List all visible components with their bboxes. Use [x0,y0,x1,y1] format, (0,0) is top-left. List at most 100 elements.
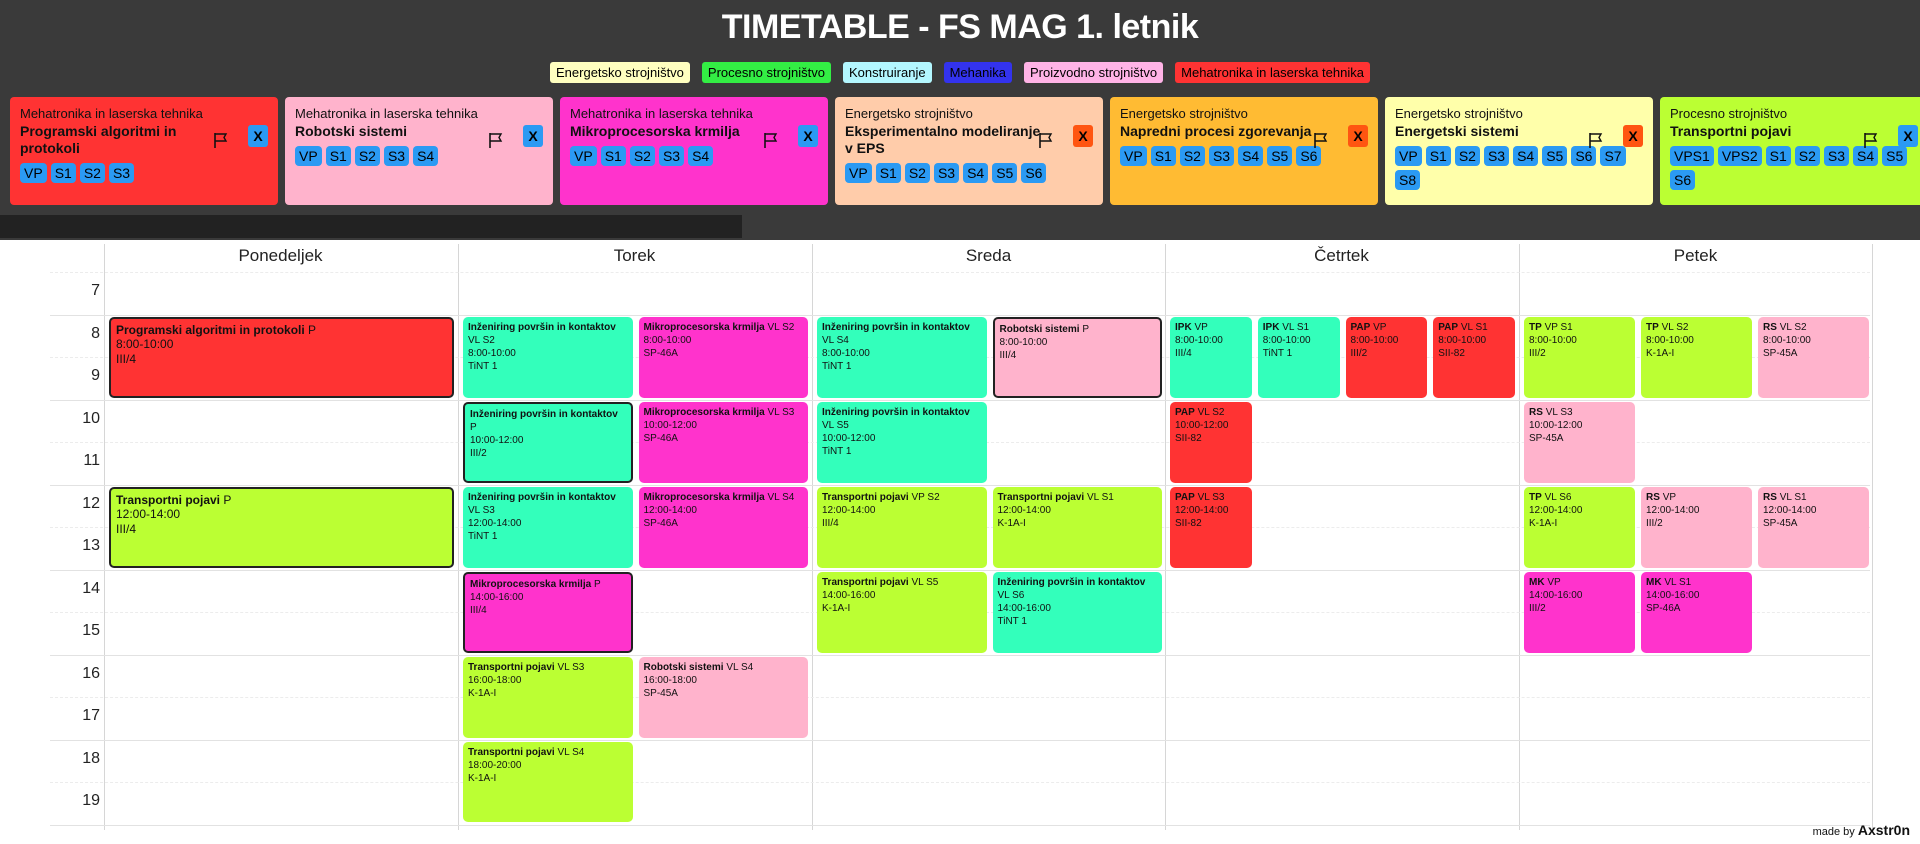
class-event[interactable]: RS VP 12:00-14:00 III/2 [1641,486,1752,568]
class-event[interactable]: RS VL S1 12:00-14:00 SP-45A [1758,486,1869,568]
group-chip[interactable]: S3 [1483,146,1510,166]
class-event[interactable]: MK VP 14:00-16:00 III/2 [1524,571,1635,653]
class-event[interactable]: Robotski sistemi P 8:00-10:00 III/4 [992,316,1162,398]
group-chip[interactable]: S1 [325,146,351,166]
class-event[interactable]: Inženiring površin in kontaktov VL S5 10:… [817,401,987,483]
group-chip[interactable]: S1 [1425,146,1451,166]
class-event[interactable]: MK VL S1 14:00-16:00 SP-46A [1641,571,1752,653]
scrollbar[interactable] [0,215,742,238]
group-chip[interactable]: S4 [1238,146,1264,166]
group-chip[interactable]: VPS1 [1670,146,1714,166]
group-chip[interactable]: S2 [1794,146,1820,166]
group-chip[interactable]: S2 [904,163,930,183]
class-event[interactable]: Transportni pojavi VL S1 12:00-14:00 K-1A-… [992,486,1162,568]
group-chip[interactable]: S1 [1150,146,1176,166]
group-chip[interactable]: S2 [1454,146,1480,166]
remove-button[interactable]: X [1898,125,1918,147]
group-chip[interactable]: S2 [1179,146,1205,166]
flag-icon[interactable] [212,131,230,149]
flag-icon[interactable] [762,131,780,149]
class-event[interactable]: IPK VL S1 8:00-10:00 TiNT 1 [1257,316,1340,398]
group-chip[interactable]: S8 [1395,170,1421,190]
flag-icon[interactable] [487,131,505,149]
class-event[interactable]: RS VL S2 8:00-10:00 SP-45A [1758,316,1869,398]
class-event[interactable]: Transportni pojavi P 12:00-14:00 III/4 [109,486,454,568]
group-chip[interactable]: S4 [1513,146,1539,166]
group-chip[interactable]: VP [570,146,597,166]
class-event[interactable]: PAP VL S2 10:00-12:00 SII-82 [1170,401,1252,483]
class-event[interactable]: Transportni pojavi VL S5 14:00-16:00 K-1A-… [817,571,987,653]
event-time: 8:00-10:00 [1438,334,1487,346]
class-event[interactable]: PAP VL S3 12:00-14:00 SII-82 [1170,486,1252,568]
class-event[interactable]: RS VL S3 10:00-12:00 SP-45A [1524,401,1635,483]
class-event[interactable]: Mikroprocesorska krmilja VL S3 10:00-12:0… [638,401,808,483]
group-chip[interactable]: S3 [1823,146,1849,166]
remove-button[interactable]: X [798,125,818,147]
group-chip[interactable]: S4 [413,146,439,166]
class-event[interactable]: Transportni pojavi VL S4 18:00-20:00 K-1A-… [463,741,633,822]
flag-icon[interactable] [1862,131,1880,149]
group-chip[interactable]: S1 [50,163,76,183]
legend-item[interactable]: Konstruiranje [842,62,932,83]
group-chip[interactable]: S4 [688,146,714,166]
remove-button[interactable]: X [1073,125,1093,147]
class-event[interactable]: Transportni pojavi VL S3 16:00-18:00 K-1A-… [463,656,633,738]
group-chip[interactable]: S5 [992,163,1018,183]
group-chip[interactable]: VP [20,163,47,183]
remove-button[interactable]: X [1623,125,1643,147]
class-event[interactable]: Mikroprocesorska krmilja VL S2 8:00-10:00… [638,316,808,398]
remove-button[interactable]: X [523,125,543,147]
class-event[interactable]: Mikroprocesorska krmilja VL S4 12:00-14:0… [638,486,808,568]
group-chip[interactable]: S3 [383,146,410,166]
class-event[interactable]: PAP VL S1 8:00-10:00 SII-82 [1433,316,1515,398]
group-chip[interactable]: S3 [658,146,685,166]
class-event[interactable]: Inženiring površin in kontaktov VL S4 8:0… [817,316,987,398]
class-event[interactable]: IPK VP 8:00-10:00 III/4 [1170,316,1252,398]
legend-item[interactable]: Mehanika [943,62,1012,83]
flag-icon[interactable] [1587,131,1605,149]
group-chip[interactable]: S1 [1765,146,1791,166]
group-chip[interactable]: S5 [1882,146,1908,166]
group-chip[interactable]: VP [295,146,322,166]
class-event[interactable]: Robotski sistemi VL S4 16:00-18:00 SP-45A [638,656,808,738]
class-event[interactable]: Inženiring površin in kontaktov VL S3 12:… [463,486,633,568]
flag-icon[interactable] [1312,131,1330,149]
group-chip[interactable]: VP [1395,146,1422,166]
group-chip[interactable]: S4 [963,163,989,183]
group-chip[interactable]: S3 [108,163,135,183]
group-chip[interactable]: S2 [354,146,380,166]
event-title: TP VP S1 [1529,321,1630,334]
remove-button[interactable]: X [248,125,268,147]
group-chip[interactable]: S5 [1542,146,1568,166]
class-event[interactable]: Inženiring površin in kontaktov P 10:00-1… [463,401,633,483]
group-chip[interactable]: VP [1120,146,1147,166]
class-event[interactable]: TP VP S1 8:00-10:00 III/2 [1524,316,1635,398]
group-chip[interactable]: S2 [629,146,655,166]
legend-item[interactable]: Energetsko strojništvo [550,62,690,83]
group-chip[interactable]: S5 [1267,146,1293,166]
group-chip[interactable]: S1 [600,146,626,166]
group-chip[interactable]: VP [845,163,872,183]
group-chip[interactable]: S6 [1670,170,1696,190]
group-chip[interactable]: S3 [1208,146,1235,166]
group-chip[interactable]: VPS2 [1717,146,1762,166]
group-chip[interactable]: S6 [1021,163,1047,183]
class-event[interactable]: Mikroprocesorska krmilja P 14:00-16:00 III… [463,571,633,653]
hour-label: 16 [82,664,100,682]
class-event[interactable]: TP VL S2 8:00-10:00 K-1A-I [1641,316,1752,398]
class-event[interactable]: Programski algoritmi in protokoli P 8:00-… [109,316,454,398]
group-chip[interactable]: S1 [875,163,901,183]
legend-item[interactable]: Proizvodno strojništvo [1023,62,1164,83]
class-event[interactable]: TP VL S6 12:00-14:00 K-1A-I [1524,486,1635,568]
flag-icon[interactable] [1037,131,1055,149]
class-event[interactable]: Transportni pojavi VP S2 12:00-14:00 III/4 [817,486,987,568]
legend-item[interactable]: Procesno strojništvo [701,62,831,83]
day-header: Torek [613,246,656,265]
legend-item[interactable]: Mehatronika in laserska tehnika [1175,62,1370,83]
group-chip[interactable]: S2 [79,163,105,183]
class-event[interactable]: Inženiring površin in kontaktov VL S2 8:0… [463,316,633,398]
group-chip[interactable]: S3 [933,163,960,183]
class-event[interactable]: PAP VP 8:00-10:00 III/2 [1345,316,1428,398]
remove-button[interactable]: X [1348,125,1368,147]
class-event[interactable]: Inženiring površin in kontaktov VL S6 14:… [992,571,1162,653]
